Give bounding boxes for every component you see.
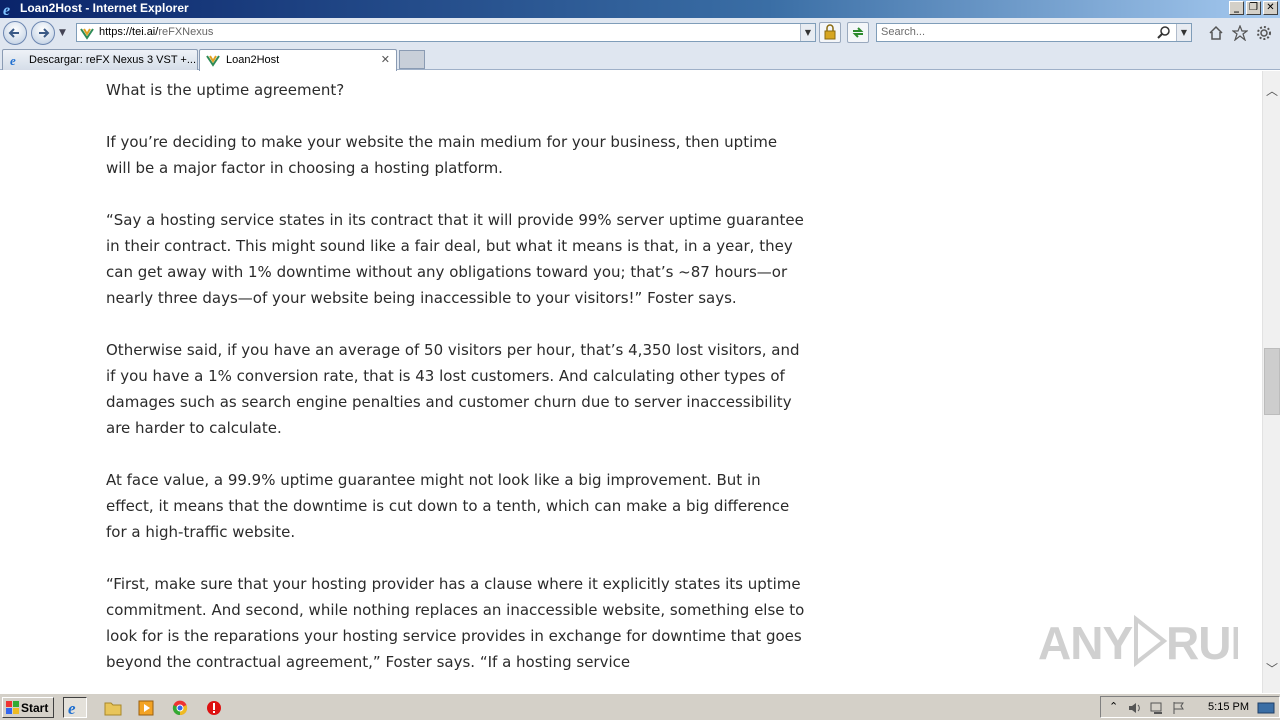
- tab-label: Loan2Host: [226, 54, 280, 66]
- security-lock-button[interactable]: [819, 22, 841, 43]
- minimize-button[interactable]: _: [1229, 1, 1244, 15]
- article-paragraph: At face value, a 99.9% uptime guarantee …: [106, 471, 790, 541]
- address-bar[interactable]: https://tei.ai/reFXNexus ▼: [76, 23, 816, 42]
- tab-loan2host[interactable]: Loan2Host ✕: [199, 49, 397, 71]
- taskbar-media-player[interactable]: [134, 697, 158, 718]
- back-arrow-icon: [8, 28, 19, 38]
- internet-explorer-icon: e: [3, 2, 10, 17]
- taskbar-clock[interactable]: 5:15 PM: [1208, 701, 1249, 713]
- tab-bar: e Descargar: reFX Nexus 3 VST +... Loan2…: [0, 48, 1280, 71]
- taskbar-stop-app[interactable]: [202, 697, 226, 718]
- svg-text:e: e: [68, 699, 76, 717]
- svg-text:ANY: ANY: [1038, 617, 1132, 669]
- lock-icon: [824, 24, 836, 40]
- svg-text:e: e: [3, 2, 10, 17]
- site-favicon-icon: [80, 28, 94, 40]
- forward-button[interactable]: [31, 21, 55, 45]
- favorites-star-icon[interactable]: [1232, 25, 1248, 41]
- article-paragraph: What is the uptime agreement?: [106, 81, 345, 99]
- start-button[interactable]: Start: [2, 697, 54, 718]
- address-dropdown-button[interactable]: ▼: [800, 24, 815, 41]
- system-tray: ⌃ 5:15 PM: [1100, 696, 1280, 718]
- taskbar-internet-explorer[interactable]: e: [63, 697, 87, 718]
- page-content: What is the uptime agreement? If you’re …: [0, 71, 1262, 693]
- search-icon[interactable]: [1157, 26, 1171, 40]
- vertical-scrollbar[interactable]: ︿ ﹀: [1262, 71, 1280, 693]
- article-paragraph: “Say a hosting service states in its con…: [106, 211, 804, 307]
- settings-gear-icon[interactable]: [1256, 25, 1272, 41]
- show-desktop-icon[interactable]: [1257, 700, 1275, 716]
- restore-button[interactable]: ❐: [1246, 1, 1261, 15]
- chrome-icon: [172, 700, 188, 715]
- svg-text:RUN: RUN: [1166, 617, 1238, 669]
- scroll-up-arrow-icon[interactable]: ︿: [1263, 83, 1280, 100]
- anyrun-watermark: ANY RUN: [1038, 611, 1238, 671]
- site-favicon-icon: [206, 55, 220, 67]
- start-label: Start: [21, 701, 49, 715]
- internet-explorer-icon: e: [68, 699, 76, 717]
- svg-text:e: e: [10, 53, 16, 67]
- address-url[interactable]: https://tei.ai/reFXNexus: [99, 26, 213, 38]
- window-title: Loan2Host - Internet Explorer: [20, 1, 189, 15]
- action-center-flag-icon[interactable]: [1171, 700, 1187, 716]
- ie-page-icon: e: [10, 53, 16, 67]
- new-tab-button[interactable]: [399, 50, 425, 69]
- navigation-bar: ▼ https://tei.ai/reFXNexus ▼ Search... ▼: [0, 18, 1280, 48]
- article-paragraph: Otherwise said, if you have an average o…: [106, 341, 800, 437]
- folder-icon: [104, 702, 122, 715]
- network-icon[interactable]: [1149, 700, 1165, 716]
- anyrun-logo-icon: ANY RUN: [1038, 614, 1238, 669]
- article-paragraph: “First, make sure that your hosting prov…: [106, 575, 805, 671]
- scroll-down-arrow-icon[interactable]: ﹀: [1263, 661, 1280, 678]
- article-paragraph: If you’re deciding to make your website …: [106, 133, 778, 177]
- taskbar-chrome[interactable]: [168, 697, 192, 718]
- show-hidden-icons-icon[interactable]: ⌃: [1109, 700, 1118, 713]
- tab-label: Descargar: reFX Nexus 3 VST +...: [29, 54, 196, 66]
- close-button[interactable]: ✕: [1263, 1, 1278, 15]
- taskbar: Start e ⌃ 5:15 PM: [0, 693, 1280, 720]
- history-dropdown-icon[interactable]: ▼: [59, 28, 66, 38]
- forward-arrow-icon: [39, 28, 50, 38]
- scrollbar-thumb[interactable]: [1264, 348, 1280, 415]
- close-tab-icon[interactable]: ✕: [381, 53, 390, 66]
- title-bar: e Loan2Host - Internet Explorer _ ❐ ✕: [0, 0, 1280, 18]
- search-placeholder: Search...: [881, 26, 926, 38]
- search-box[interactable]: Search... ▼: [876, 23, 1192, 42]
- volume-icon[interactable]: [1127, 700, 1143, 716]
- article-body: What is the uptime agreement? If you’re …: [106, 77, 806, 693]
- refresh-button[interactable]: [847, 22, 869, 43]
- back-button[interactable]: [3, 21, 27, 45]
- refresh-icon: [852, 27, 864, 38]
- home-icon[interactable]: [1208, 25, 1224, 41]
- stop-warning-icon: [207, 700, 221, 715]
- media-player-icon: [138, 700, 154, 715]
- taskbar-file-explorer[interactable]: [101, 697, 125, 718]
- windows-logo-icon: [6, 701, 19, 714]
- tab-descargar[interactable]: e Descargar: reFX Nexus 3 VST +...: [2, 49, 198, 70]
- search-dropdown-button[interactable]: ▼: [1176, 24, 1191, 41]
